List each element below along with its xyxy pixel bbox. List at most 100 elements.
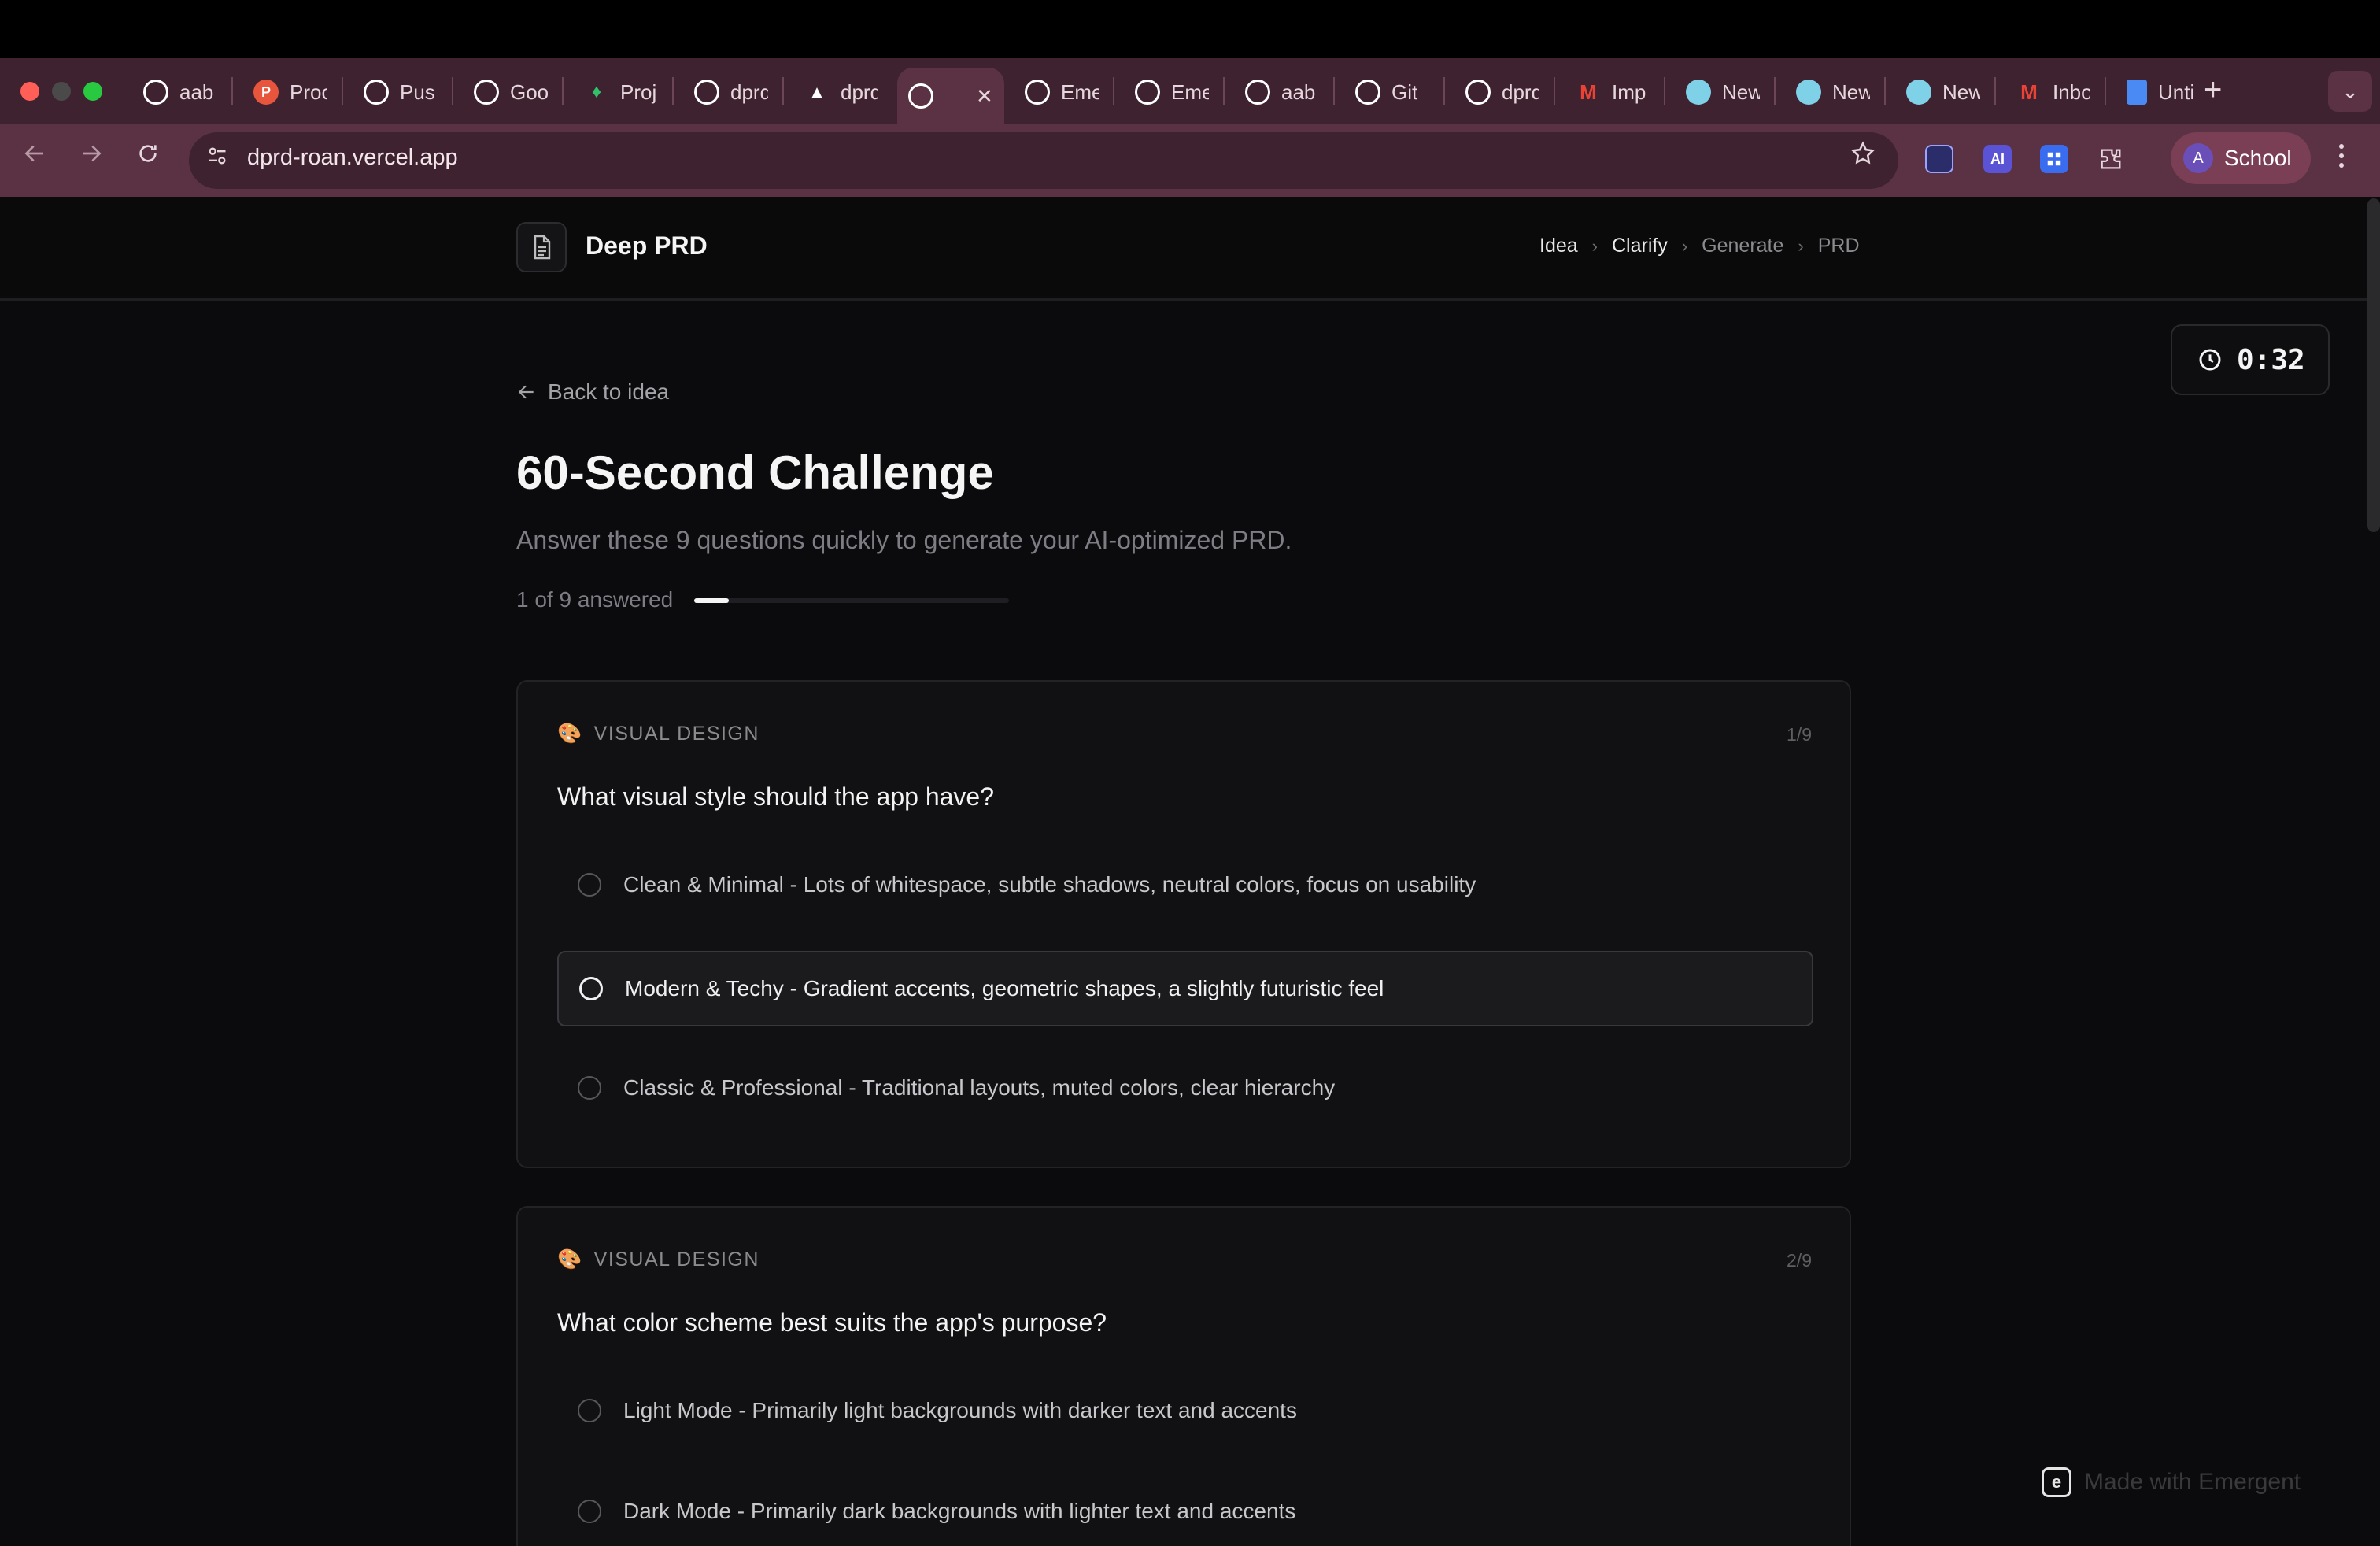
- progress-label: 1 of 9 answered: [516, 587, 674, 612]
- tab-label: Imp: [1612, 80, 1646, 104]
- made-with-emergent-badge[interactable]: e Made with Emergent: [2042, 1467, 2301, 1497]
- browser-tab[interactable]: Eme: [1014, 68, 1108, 117]
- radio-button[interactable]: [578, 1076, 601, 1100]
- tab-separator: [342, 77, 343, 105]
- browser-menu-icon[interactable]: [2338, 142, 2345, 177]
- arrow-right-icon: [83, 145, 102, 162]
- option-modern-techy[interactable]: Modern & Techy - Gradient accents, geome…: [557, 951, 1813, 1026]
- option-classic-professional[interactable]: Classic & Professional - Traditional lay…: [557, 1050, 1813, 1126]
- browser-tab[interactable]: Goo: [463, 68, 557, 117]
- brand-name[interactable]: Deep PRD: [586, 231, 708, 261]
- extension-screenshot-icon[interactable]: [1925, 145, 1953, 173]
- browser-tab[interactable]: aab: [1234, 68, 1329, 117]
- back-nav-button[interactable]: [22, 140, 47, 173]
- tab-label: aab: [179, 80, 214, 104]
- link-icon: [694, 80, 719, 105]
- arrow-left-icon: [24, 145, 43, 162]
- extension-grid-icon[interactable]: [2040, 145, 2068, 173]
- tab-label: Eme: [1171, 80, 1209, 104]
- browser-tab[interactable]: aab: [132, 68, 227, 117]
- avatar: A: [2183, 143, 2213, 173]
- tab-separator: [1664, 77, 1665, 105]
- option-light-mode[interactable]: Light Mode - Primarily light backgrounds…: [557, 1373, 1813, 1448]
- question-category: 🎨 VISUAL DESIGN: [557, 1248, 759, 1270]
- tab-search-button[interactable]: ⌄: [2328, 71, 2372, 112]
- browser-tab[interactable]: Eme: [1124, 68, 1218, 117]
- tab-separator: [452, 77, 453, 105]
- browser-tab[interactable]: Git: [1344, 68, 1439, 117]
- globe-icon: [1025, 80, 1050, 105]
- option-label: Classic & Professional - Traditional lay…: [623, 1075, 1336, 1100]
- tab-separator: [1223, 77, 1225, 105]
- page-scrollbar[interactable]: [2367, 198, 2380, 532]
- url-text[interactable]: dprd-roan.vercel.app: [247, 145, 458, 171]
- browser-tab[interactable]: ✕: [897, 68, 1004, 124]
- tab-label: New: [1832, 80, 1870, 104]
- breadcrumb: Idea › Clarify › Generate › PRD: [1539, 235, 1860, 257]
- back-to-idea-link[interactable]: Back to idea: [516, 379, 669, 405]
- docs-icon: [2127, 80, 2147, 105]
- radio-button[interactable]: [578, 1399, 601, 1422]
- emergent-logo-icon: e: [2042, 1467, 2071, 1497]
- breadcrumb-prd: PRD: [1817, 235, 1860, 257]
- gmail-icon: M: [2020, 80, 2038, 104]
- question-card-2: 🎨 VISUAL DESIGN 2/9 What color scheme be…: [516, 1206, 1851, 1546]
- site-info-icon[interactable]: [206, 145, 227, 176]
- breadcrumb-idea[interactable]: Idea: [1539, 235, 1578, 257]
- tab-separator: [1994, 77, 1996, 105]
- close-window-button[interactable]: [20, 82, 39, 101]
- close-tab-icon[interactable]: ✕: [976, 84, 993, 109]
- tab-label: Eme: [1061, 80, 1099, 104]
- radio-button[interactable]: [578, 1500, 601, 1523]
- browser-tab[interactable]: M Inbo: [2005, 68, 2100, 117]
- tab-separator: [1774, 77, 1776, 105]
- tab-label: Proc: [290, 80, 327, 104]
- maximize-window-button[interactable]: [83, 82, 102, 101]
- extension-ai-icon[interactable]: AI: [1983, 145, 2012, 173]
- breadcrumb-generate: Generate: [1702, 235, 1784, 257]
- browser-tab[interactable]: P Proc: [242, 68, 337, 117]
- browser-tab[interactable]: dprd: [1454, 68, 1549, 117]
- tab-separator: [1443, 77, 1445, 105]
- option-label: Light Mode - Primarily light backgrounds…: [623, 1398, 1297, 1422]
- app-logo[interactable]: [516, 222, 567, 272]
- browser-tab[interactable]: ▲ dprd: [793, 68, 888, 117]
- browser-tab[interactable]: New: [1895, 68, 1990, 117]
- tab-label: dprd: [841, 80, 878, 104]
- browser-tab[interactable]: Pus: [353, 68, 447, 117]
- minimize-window-button[interactable]: [52, 82, 71, 101]
- bookmark-star-icon[interactable]: [1850, 140, 1876, 174]
- progress-bar: [694, 598, 1009, 603]
- vercel-icon: ▲: [808, 82, 826, 102]
- app-header: [0, 197, 2380, 301]
- forward-nav-button[interactable]: [79, 140, 104, 173]
- option-clean-minimal[interactable]: Clean & Minimal - Lots of whitespace, su…: [557, 847, 1813, 923]
- browser-tab[interactable]: Unti: [2116, 68, 2210, 117]
- timer-value: 0:32: [2237, 343, 2305, 376]
- browser-tab[interactable]: ♦ Proj: [573, 68, 667, 117]
- option-dark-mode[interactable]: Dark Mode - Primarily dark backgrounds w…: [557, 1474, 1813, 1546]
- chevron-right-icon: ›: [1591, 235, 1598, 256]
- reload-button[interactable]: [135, 140, 161, 173]
- chevron-right-icon: ›: [1798, 235, 1804, 256]
- browser-tab[interactable]: New: [1675, 68, 1769, 117]
- tab-label: Proj: [620, 80, 657, 104]
- profile-button[interactable]: A School: [2171, 132, 2311, 184]
- tab-label: aab: [1281, 80, 1316, 104]
- question-number: 2/9: [1787, 1250, 1812, 1270]
- extensions-puzzle-icon[interactable]: [2097, 145, 2125, 173]
- browser-tab[interactable]: dprd: [683, 68, 778, 117]
- tab-label: Inbo: [2053, 80, 2090, 104]
- radio-button[interactable]: [578, 873, 601, 897]
- github-icon: [1245, 80, 1270, 105]
- new-tab-button[interactable]: +: [2204, 72, 2222, 108]
- profile-name: School: [2224, 146, 2292, 170]
- browser-tab[interactable]: New: [1785, 68, 1879, 117]
- arrow-left-icon: [518, 385, 534, 399]
- browser-tab[interactable]: M Imp: [1565, 68, 1659, 117]
- option-label: Clean & Minimal - Lots of whitespace, su…: [623, 872, 1476, 897]
- radio-button[interactable]: [579, 977, 603, 1000]
- tab-separator: [1884, 77, 1886, 105]
- tab-label: Unti: [2158, 80, 2195, 104]
- breadcrumb-clarify[interactable]: Clarify: [1612, 235, 1668, 257]
